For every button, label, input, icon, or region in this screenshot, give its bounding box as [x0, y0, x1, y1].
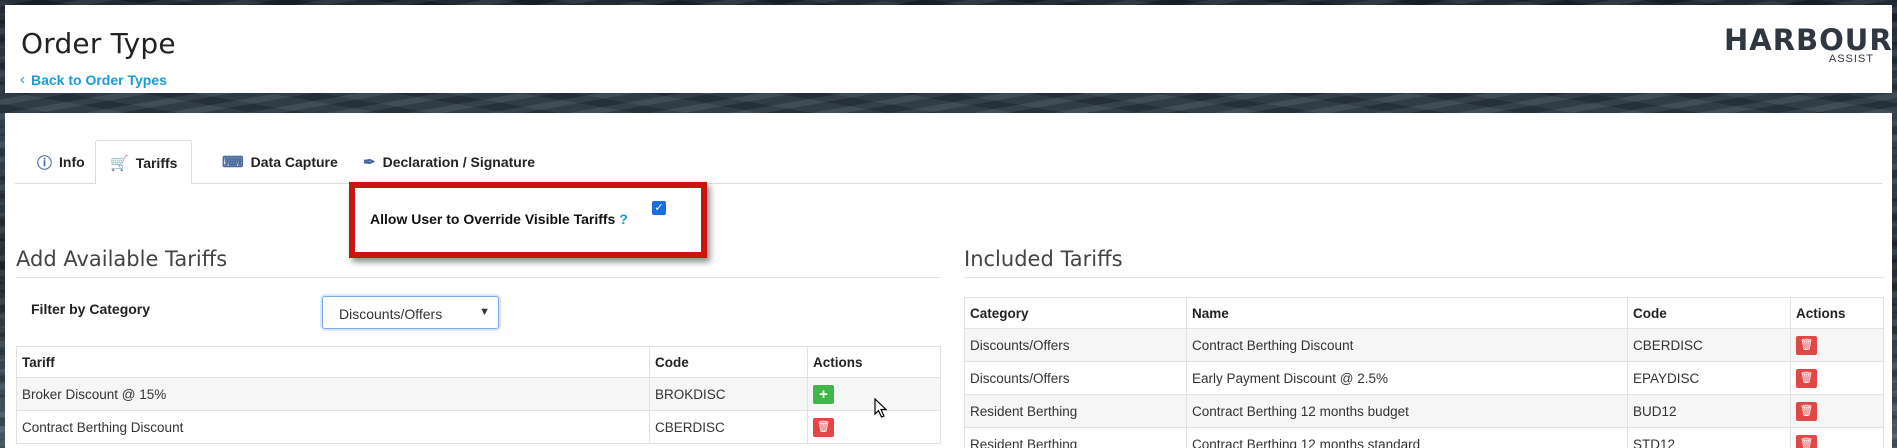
- available-tariffs-title: Add Available Tariffs: [16, 247, 228, 271]
- remove-tariff-button[interactable]: 🗑: [1796, 335, 1817, 355]
- mouse-cursor-icon: [874, 398, 888, 418]
- remove-tariff-button[interactable]: 🗑: [1796, 401, 1817, 421]
- page-title: Order Type: [21, 27, 176, 60]
- table-header-row: Tariff Code Actions: [16, 346, 941, 378]
- help-icon[interactable]: ?: [619, 211, 628, 227]
- chevron-down-icon: ▼: [479, 306, 490, 318]
- code-cell: BROKDISC: [649, 377, 808, 411]
- table-row: Discounts/Offers Early Payment Discount …: [964, 361, 1884, 395]
- override-label: Allow User to Override Visible Tariffs: [370, 211, 616, 227]
- available-tariffs-table: Tariff Code Actions Broker Discount @ 15…: [16, 346, 941, 444]
- category-cell: Resident Berthing: [964, 427, 1187, 448]
- tab-tariffs[interactable]: 🛒 Tariffs: [95, 140, 193, 185]
- tab-info[interactable]: ⓘ Info: [23, 140, 99, 184]
- table-row: Discounts/Offers Contract Berthing Disco…: [964, 328, 1884, 362]
- name-cell: Contract Berthing Discount: [1186, 328, 1628, 362]
- category-cell: Resident Berthing: [964, 394, 1187, 428]
- actions-cell: 🗑: [1790, 328, 1884, 362]
- name-cell: Early Payment Discount @ 2.5%: [1186, 361, 1628, 395]
- page-header: Order Type ‹ Back to Order Types HARBOUR…: [5, 5, 1892, 93]
- column-header: Actions: [1790, 297, 1884, 329]
- override-setting: Allow User to Override Visible Tariffs?: [370, 211, 628, 227]
- table-row: Resident Berthing Contract Berthing 12 m…: [964, 394, 1884, 428]
- tariff-cell: Contract Berthing Discount: [16, 410, 650, 444]
- override-highlight-box: Allow User to Override Visible Tariffs? …: [349, 182, 707, 258]
- actions-cell: 🗑: [1790, 427, 1884, 448]
- remove-tariff-button[interactable]: 🗑: [1796, 434, 1817, 448]
- column-header: Code: [649, 346, 808, 378]
- category-filter-value: Discounts/Offers: [339, 306, 443, 322]
- tab-bar: ⓘ Info 🛒 Tariffs ⌨ Data Capture ✒ Declar…: [15, 140, 1882, 185]
- tab-data-capture[interactable]: ⌨ Data Capture: [208, 140, 352, 184]
- table-row: Resident Berthing Contract Berthing 12 m…: [964, 427, 1884, 448]
- tab-data-capture-label: Data Capture: [250, 154, 338, 170]
- column-header: Actions: [807, 346, 941, 378]
- tab-info-label: Info: [59, 154, 85, 170]
- cart-icon: 🛒: [110, 154, 129, 172]
- code-cell: CBERDISC: [649, 410, 808, 444]
- actions-cell: 🗑: [1790, 361, 1884, 395]
- info-icon: ⓘ: [37, 154, 53, 172]
- code-cell: STD12: [1627, 427, 1791, 448]
- column-header: Name: [1186, 297, 1628, 329]
- column-header: Tariff: [16, 346, 650, 378]
- keyboard-icon: ⌨: [222, 154, 244, 171]
- tariff-cell: Broker Discount @ 15%: [16, 377, 650, 411]
- included-tariffs-title: Included Tariffs: [964, 247, 1123, 271]
- included-tariffs-table: Category Name Code Actions Discounts/Off…: [964, 297, 1884, 448]
- main-content: ⓘ Info 🛒 Tariffs ⌨ Data Capture ✒ Declar…: [5, 113, 1892, 448]
- category-cell: Discounts/Offers: [964, 361, 1187, 395]
- name-cell: Contract Berthing 12 months standard: [1186, 427, 1628, 448]
- code-cell: EPAYDISC: [1627, 361, 1791, 395]
- column-header: Code: [1627, 297, 1791, 329]
- tab-tariffs-label: Tariffs: [135, 154, 178, 171]
- category-cell: Discounts/Offers: [964, 328, 1187, 362]
- name-cell: Contract Berthing 12 months budget: [1186, 394, 1628, 428]
- pen-icon: ✒: [363, 154, 376, 171]
- harbour-assist-logo: HARBOUR ASSIST: [1724, 23, 1893, 71]
- column-header: Category: [964, 297, 1187, 329]
- category-filter-select[interactable]: Discounts/Offers ▼: [322, 296, 499, 329]
- remove-tariff-button[interactable]: 🗑: [1796, 368, 1817, 388]
- chevron-left-icon: ‹: [20, 71, 25, 88]
- back-link-label: Back to Order Types: [31, 71, 167, 88]
- delete-tariff-button[interactable]: 🗑: [813, 417, 834, 437]
- filter-category-label: Filter by Category: [31, 301, 151, 317]
- available-divider: [16, 277, 941, 278]
- add-tariff-button[interactable]: +: [813, 384, 834, 404]
- table-row: Contract Berthing Discount CBERDISC 🗑: [16, 410, 941, 444]
- tab-declaration-label: Declaration / Signature: [382, 154, 536, 170]
- table-header-row: Category Name Code Actions: [964, 297, 1884, 329]
- table-row: Broker Discount @ 15% BROKDISC +: [16, 377, 941, 411]
- code-cell: CBERDISC: [1627, 328, 1791, 362]
- actions-cell: 🗑: [1790, 394, 1884, 428]
- code-cell: BUD12: [1627, 394, 1791, 428]
- override-checkbox[interactable]: ✓: [652, 201, 666, 215]
- back-to-order-types-link[interactable]: ‹ Back to Order Types: [20, 71, 167, 88]
- logo-main-text: HARBOUR: [1724, 23, 1893, 57]
- tab-declaration-signature[interactable]: ✒ Declaration / Signature: [349, 140, 549, 184]
- included-divider: [964, 277, 1884, 278]
